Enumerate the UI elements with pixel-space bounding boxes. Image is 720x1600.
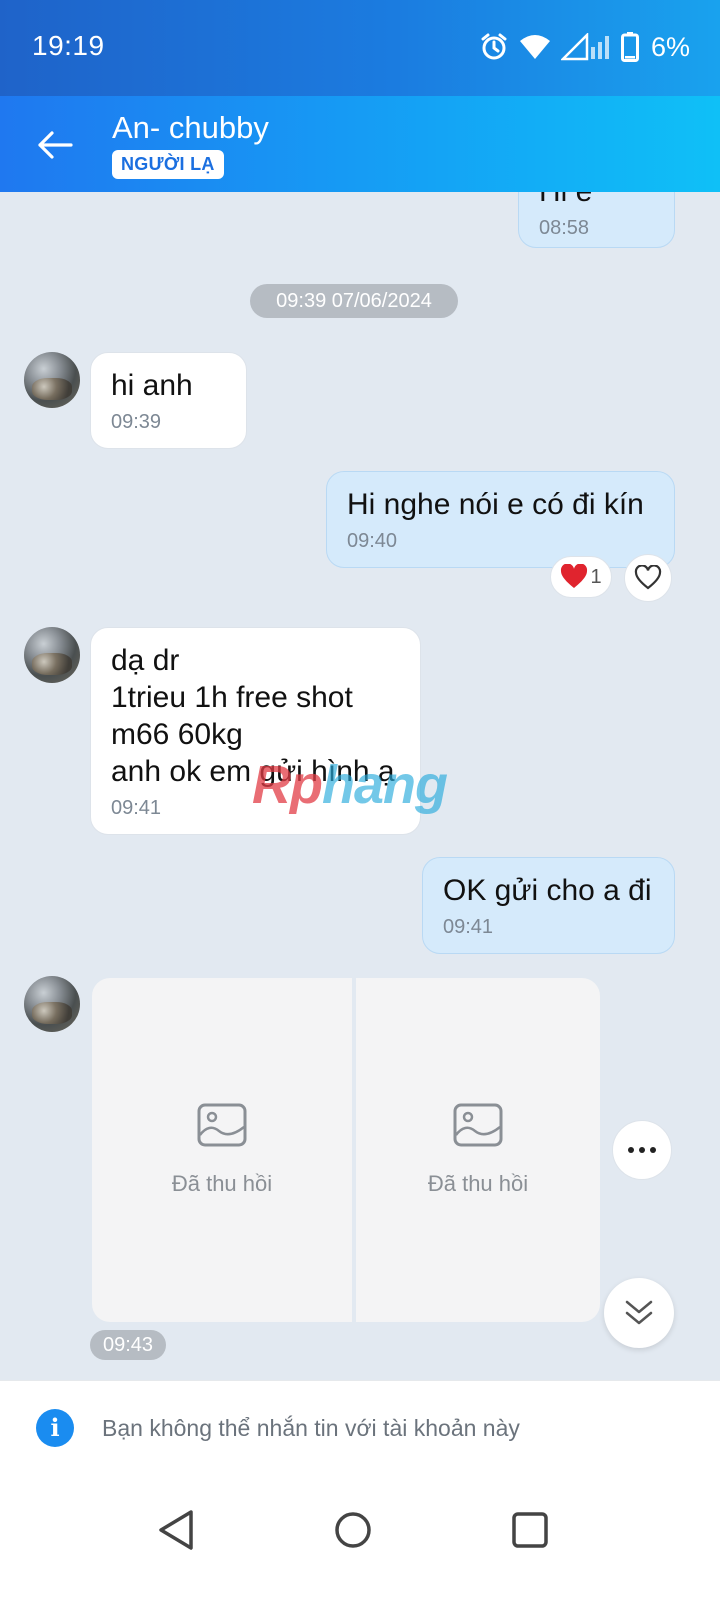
message-text: dạ dr 1trieu 1h free shot m66 60kg anh o…	[111, 644, 395, 788]
recalled-label: Đã thu hồi	[171, 1171, 273, 1196]
blocked-notice-bar: i Bạn không thể nhắn tin với tài khoản n…	[0, 1380, 720, 1472]
contact-name[interactable]: An- chubby	[112, 110, 269, 146]
message-bubble-out[interactable]: Hi nghe nói e có đi kín 09:40	[326, 471, 675, 568]
contact-avatar[interactable]	[24, 976, 80, 1032]
chat-area[interactable]: Hi e 08:58 09:39 07/06/2024 hi anh 09:39…	[0, 192, 720, 1408]
alarm-icon	[479, 32, 509, 62]
message-bubble-in[interactable]: dạ dr 1trieu 1h free shot m66 60kg anh o…	[90, 627, 421, 835]
back-arrow-icon	[38, 131, 73, 159]
reaction-count: 1	[590, 565, 602, 588]
more-options-button[interactable]	[612, 1120, 672, 1180]
message-time: 09:39	[111, 411, 162, 433]
status-bar: 19:19 6%	[0, 0, 720, 96]
scroll-to-bottom-button[interactable]	[604, 1278, 674, 1348]
message-time: 09:40	[347, 530, 398, 552]
more-dots-icon	[628, 1147, 656, 1153]
message-time: 09:41	[111, 797, 162, 819]
message-time: 08:58	[539, 217, 590, 239]
nav-recents-button[interactable]	[502, 1502, 558, 1558]
wifi-icon	[519, 33, 551, 61]
heart-outline-icon	[634, 565, 662, 590]
contact-avatar[interactable]	[24, 352, 80, 408]
recalled-image[interactable]: Đã thu hồi	[356, 978, 600, 1322]
image-placeholder-icon	[453, 1103, 503, 1147]
message-time: 09:43	[90, 1330, 166, 1360]
message-text: OK gửi cho a đi	[443, 874, 652, 907]
message-text: Hi nghe nói e có đi kín	[347, 488, 644, 521]
double-chevron-down-icon	[625, 1300, 653, 1325]
chat-header: An- chubby NGƯỜI LẠ	[0, 96, 720, 192]
date-separator: 09:39 07/06/2024	[250, 284, 458, 318]
battery-icon	[620, 32, 639, 62]
status-time: 19:19	[32, 30, 105, 61]
heart-reaction-icon	[561, 564, 588, 588]
signal-icon	[560, 33, 611, 61]
square-recents-icon	[512, 1512, 548, 1548]
stranger-badge: NGƯỜI LẠ	[112, 150, 224, 179]
recalled-image[interactable]: Đã thu hồi	[92, 978, 352, 1322]
message-bubble-out[interactable]: OK gửi cho a đi 09:41	[422, 857, 675, 954]
reaction-summary[interactable]: 1	[550, 556, 612, 598]
info-icon: i	[36, 1409, 74, 1447]
recalled-label: Đã thu hồi	[427, 1171, 529, 1196]
system-nav-bar	[0, 1472, 720, 1600]
contact-avatar[interactable]	[24, 627, 80, 683]
react-button[interactable]	[624, 554, 672, 602]
status-icons: 6%	[479, 30, 690, 64]
back-button[interactable]	[30, 120, 80, 170]
battery-percent: 6%	[650, 31, 690, 62]
nav-home-button[interactable]	[325, 1502, 381, 1558]
nav-back-button[interactable]	[148, 1502, 204, 1558]
image-placeholder-icon	[197, 1103, 247, 1147]
message-text: hi anh	[111, 369, 193, 402]
message-time: 09:41	[443, 916, 494, 938]
triangle-back-icon	[159, 1510, 193, 1550]
message-bubble-out[interactable]: Hi e 08:58	[518, 192, 675, 248]
message-bubble-in[interactable]: hi anh 09:39	[90, 352, 247, 449]
notice-text: Bạn không thể nhắn tin với tài khoản này	[102, 1415, 520, 1441]
message-text: Hi e	[539, 192, 654, 210]
circle-home-icon	[335, 1512, 371, 1548]
